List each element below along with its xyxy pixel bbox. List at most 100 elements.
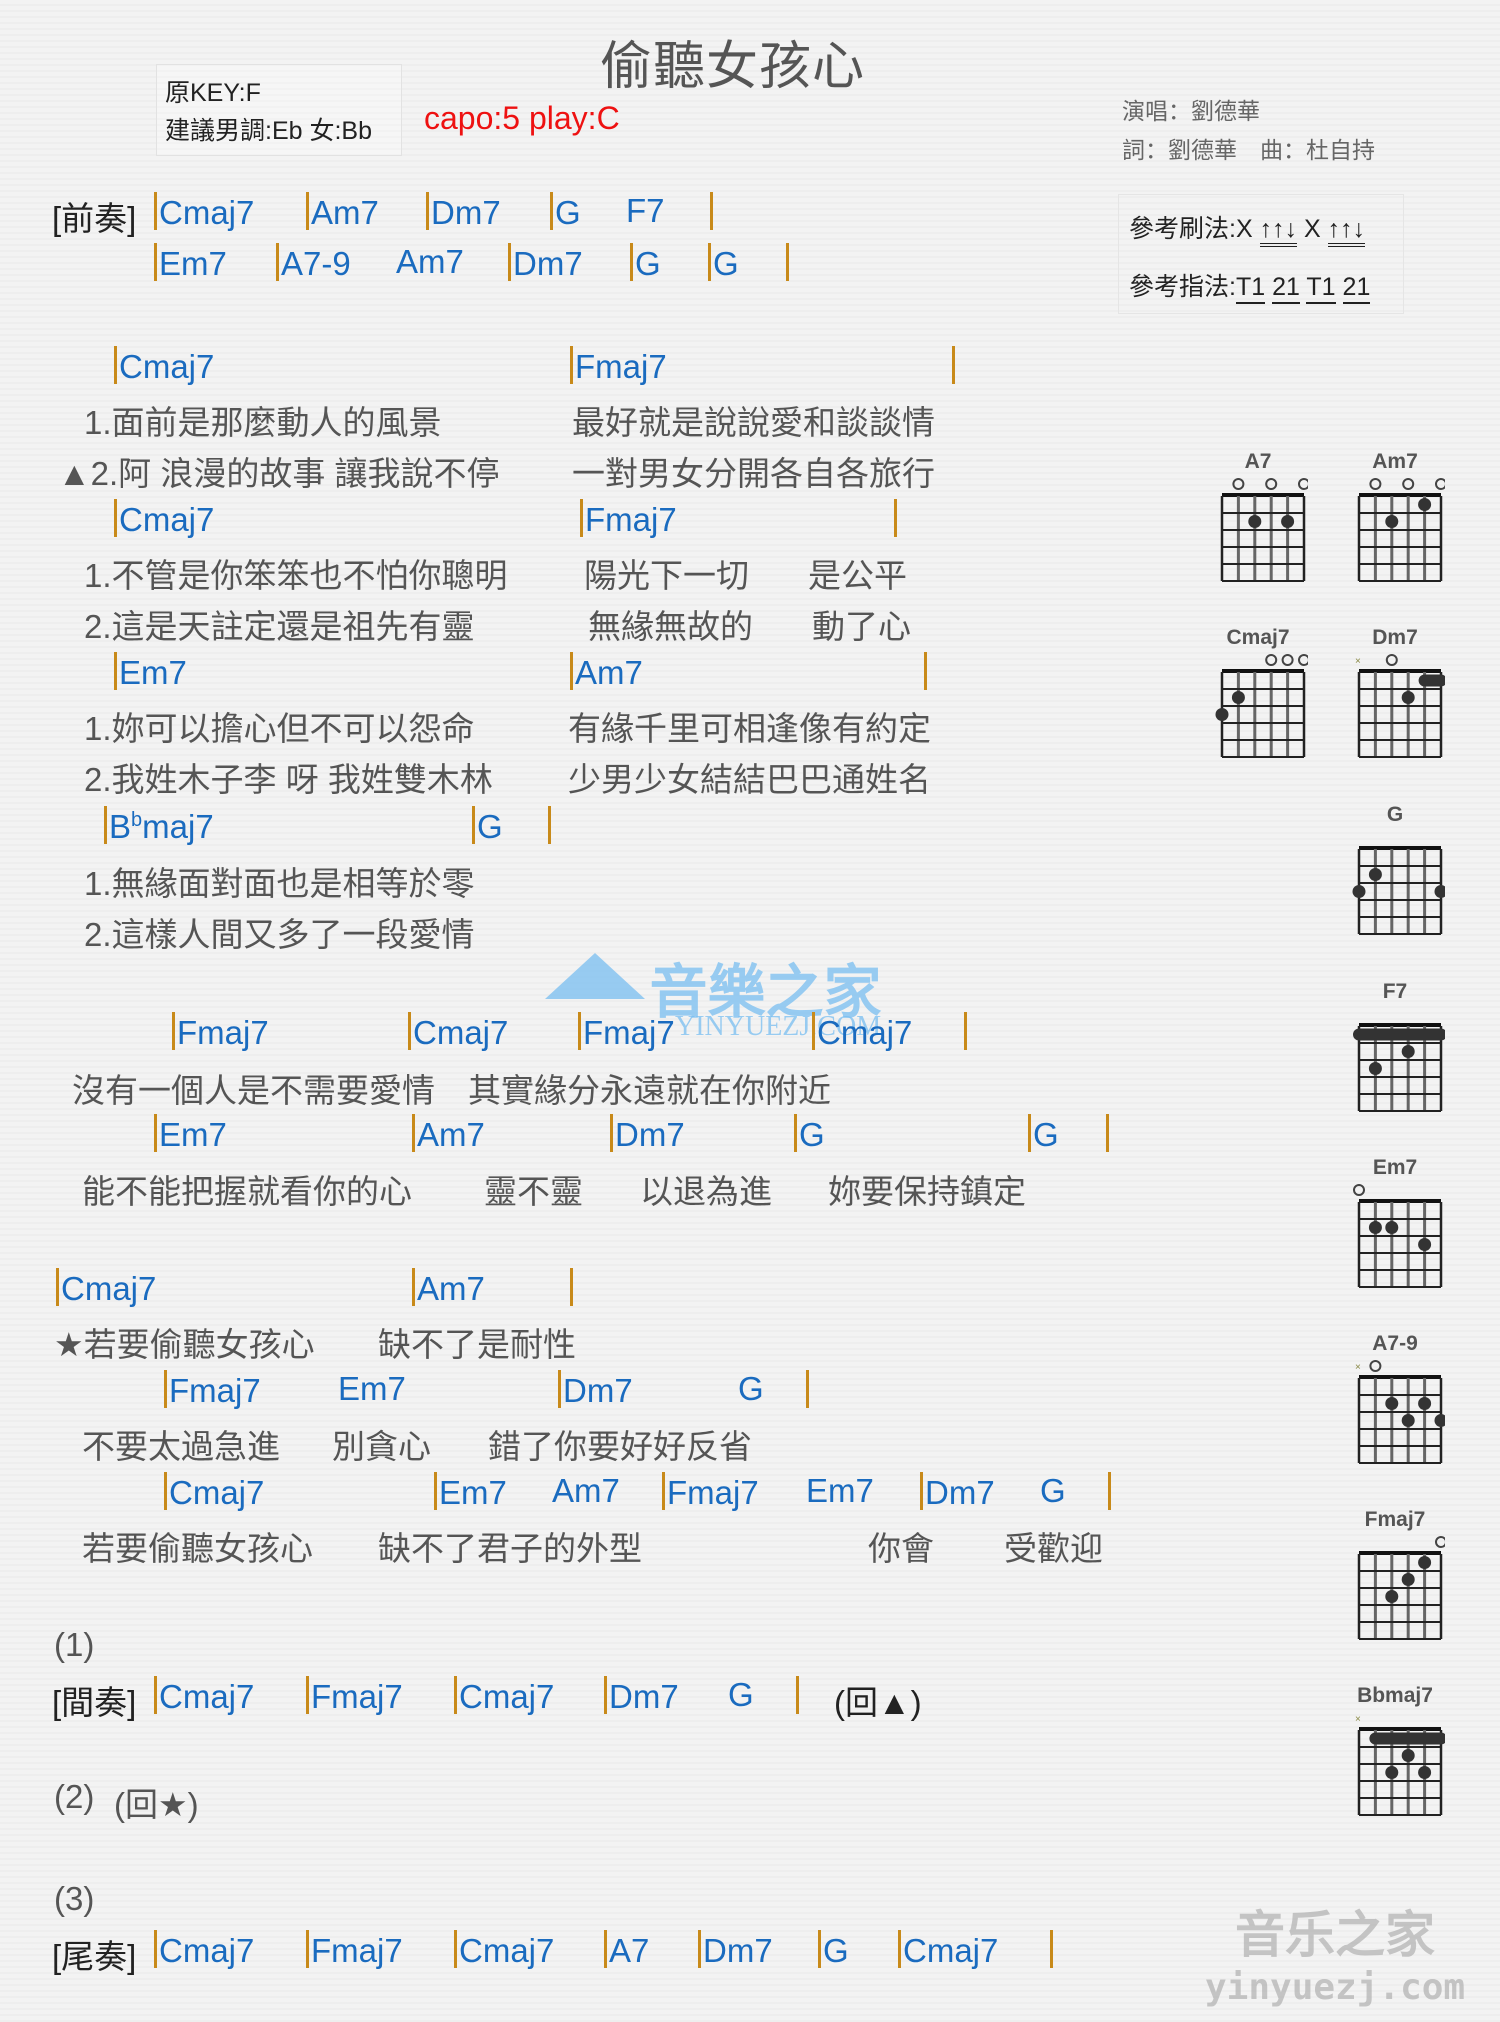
nut	[1222, 669, 1304, 673]
bar-line	[164, 1472, 167, 1510]
section-mark-3: (3)	[54, 1880, 95, 1917]
chord: Fmaj7	[662, 1472, 759, 1512]
finger-dot	[1368, 1062, 1382, 1075]
song-title: 偷聽女孩心	[600, 38, 866, 96]
lyricist-composer: 詞：劉德華 曲：杜自持	[1122, 137, 1375, 163]
lyric-line: 2.我姓木子李 呀 我姓雙木林	[84, 761, 493, 798]
open-string-marker	[1435, 478, 1445, 490]
chord	[964, 1012, 969, 1052]
lyric-line: ★若要偷聽女孩心	[54, 1326, 315, 1363]
finger-dot	[1385, 515, 1399, 528]
bar-line	[306, 1676, 309, 1714]
finger-dot	[1248, 515, 1262, 528]
chord	[924, 652, 929, 692]
chord: G	[1028, 1114, 1059, 1154]
chord-diagram-name: Dm7	[1372, 626, 1418, 649]
chord: Fmaj7	[578, 1012, 675, 1052]
return-to-triangle: (回▲)	[834, 1684, 922, 1721]
bar-line	[1028, 1114, 1031, 1152]
chord	[1106, 1114, 1111, 1154]
suggested-key: 建議男調:Eb 女:Bb	[165, 117, 372, 145]
barre	[1418, 674, 1445, 687]
chord: A7	[604, 1930, 649, 1970]
bar-line	[412, 1268, 415, 1306]
open-string-marker	[1402, 478, 1415, 490]
bar-line	[172, 1012, 175, 1050]
bar-line	[894, 499, 897, 537]
bar-line	[662, 1472, 665, 1510]
house-note-icon	[545, 953, 645, 999]
open-string-marker	[1369, 1360, 1382, 1372]
lyric-line: 2.這是天註定還是祖先有靈	[84, 608, 475, 645]
chord: A7-9	[276, 243, 351, 283]
lyric-line: 若要偷聽女孩心	[82, 1530, 313, 1567]
bar-line	[1050, 1930, 1053, 1968]
bar-line	[1106, 1114, 1109, 1152]
finger-dot	[1385, 1221, 1399, 1234]
chord: G	[550, 192, 581, 232]
bar-line	[154, 192, 157, 230]
lyric-line: 最好就是說說愛和談談情	[572, 404, 935, 441]
chord-diagram-name: Bbmaj7	[1357, 1684, 1433, 1707]
chord: Dm7	[558, 1370, 633, 1410]
chord: Am7	[412, 1268, 485, 1308]
chord: G	[630, 243, 661, 283]
bar-line	[154, 243, 157, 281]
chord	[952, 346, 957, 386]
lyric-line: 不要太過急進	[82, 1428, 280, 1465]
bar-line	[698, 1930, 701, 1968]
nut	[1359, 1199, 1441, 1203]
corner-watermark: 音乐之家 yinyuezj.com	[1205, 1907, 1466, 2008]
chord: Cmaj7	[454, 1676, 554, 1716]
chord: Cmaj7	[114, 346, 214, 386]
lyric-line: 無緣無故的	[588, 608, 753, 645]
reference-box: 參考刷法:X ↑↑↓ X ↑↑↓ 參考指法:T1 21 T1 21	[1118, 194, 1404, 314]
lyric-line: ▲2.阿 浪漫的故事 讓我說不停	[58, 455, 500, 492]
lyric-line: 別貪心	[332, 1428, 431, 1465]
chord: Dm7	[920, 1472, 995, 1512]
chord: Cmaj7	[454, 1930, 554, 1970]
bar-line	[710, 192, 713, 230]
fretboard-grid	[1357, 1536, 1445, 1640]
nut	[1359, 1727, 1441, 1731]
lyric-line: 1.無緣面對面也是相等於零	[84, 865, 475, 902]
strum-arrows-1: ↑↑↓	[1259, 215, 1298, 247]
chord	[548, 806, 553, 846]
chord	[570, 1268, 575, 1308]
chorus-chords-3: Cmaj7 Em7 Am7 Fmaj7 Em7 Dm7 G	[0, 1472, 1150, 1516]
finger-dot	[1418, 1766, 1432, 1779]
chord: Dm7	[604, 1676, 679, 1716]
bar-line	[794, 1114, 797, 1152]
original-key: 原KEY:F	[165, 79, 261, 107]
lyric-line: 能不能把握就看你的心	[82, 1173, 412, 1210]
finger-pattern: 參考指法:T1 21 T1 21	[1129, 267, 1371, 304]
bar-line	[114, 346, 117, 384]
bar-line	[408, 1012, 411, 1050]
muted-string-marker: ×	[1355, 1714, 1361, 1725]
lyric-line: 有緣千里可相逢像有約定	[568, 710, 931, 747]
bar-line	[610, 1114, 613, 1152]
open-string-marker	[1369, 478, 1382, 490]
lyric-line: 1.面前是那麼動人的風景	[84, 404, 442, 441]
bar-line	[426, 192, 429, 230]
bar-line	[952, 346, 955, 384]
muted-string-marker: ×	[1355, 1362, 1361, 1373]
muted-string-marker: ×	[1355, 656, 1361, 667]
chord: Fmaj7	[164, 1370, 261, 1410]
chord: Fmaj7	[306, 1676, 403, 1716]
chord	[796, 1676, 801, 1716]
chord	[894, 499, 899, 539]
chord: Am7	[396, 243, 464, 280]
key-info-box: 原KEY:F 建議男調:Eb 女:Bb	[156, 64, 402, 156]
chord: Cmaj7	[408, 1012, 508, 1052]
finger-dot	[1401, 691, 1415, 704]
chord: Cmaj7	[164, 1472, 264, 1512]
nut	[1359, 493, 1441, 497]
finger-dot	[1281, 515, 1295, 528]
chord: Em7	[154, 243, 227, 283]
open-string-marker	[1281, 654, 1294, 666]
bar-line	[604, 1676, 607, 1714]
lyric-line: 妳要保持鎮定	[828, 1173, 1026, 1210]
bar-line	[818, 1930, 821, 1968]
chord: Fmaj7	[306, 1930, 403, 1970]
